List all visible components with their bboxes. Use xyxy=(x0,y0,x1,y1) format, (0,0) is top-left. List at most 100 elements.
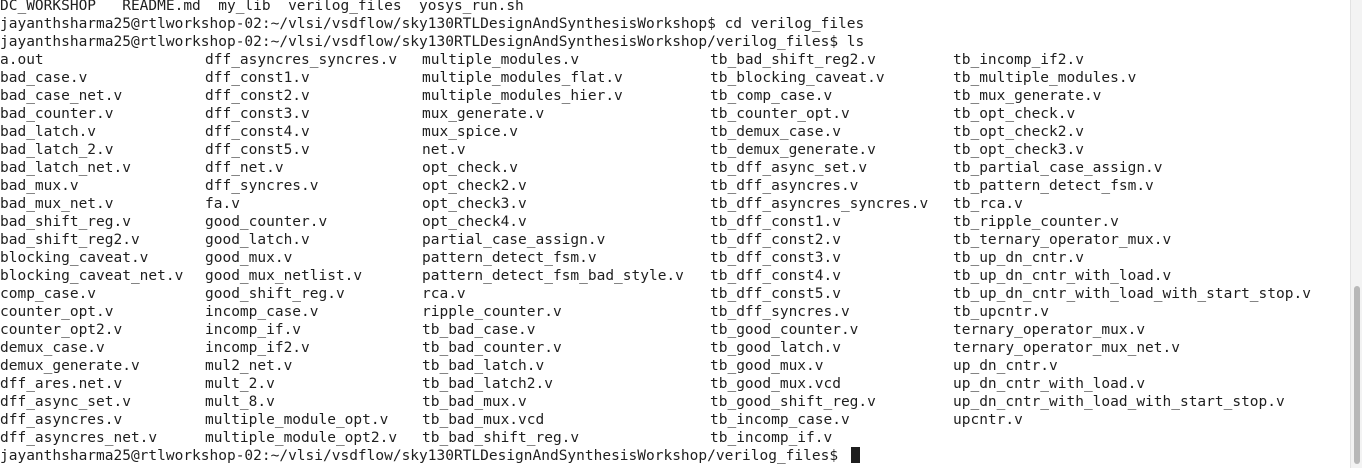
file-entry: multiple_modules.v xyxy=(422,52,580,68)
file-entry: dff_asyncres.v xyxy=(0,412,123,428)
file-entry: pattern_detect_fsm.v xyxy=(422,250,597,266)
file-entry: mux_generate.v xyxy=(422,106,545,122)
file-entry: up_dn_cntr_with_load.v xyxy=(953,376,1146,392)
file-entry: upcntr.v xyxy=(953,412,1023,428)
file-entry: counter_opt.v xyxy=(0,304,114,320)
file-entry: up_dn_cntr.v xyxy=(953,358,1058,374)
prompt-cd-command: jayanthsharma25@rtlworkshop-02:~/vlsi/vs… xyxy=(0,16,865,32)
terminal-output: DC_WORKSHOP README.md my_lib verilog_fil… xyxy=(0,0,1350,465)
prompt-text: jayanthsharma25@rtlworkshop-02:~/vlsi/vs… xyxy=(0,448,847,464)
text-cursor xyxy=(850,447,860,463)
file-entry: tb_bad_counter.v xyxy=(422,340,562,356)
file-entry: multiple_modules_hier.v xyxy=(422,88,623,104)
file-entry: tb_dff_const3.v xyxy=(710,250,841,266)
file-entry: opt_check2.v xyxy=(422,178,527,194)
file-entry: opt_check4.v xyxy=(422,214,527,230)
terminal-window[interactable]: DC_WORKSHOP README.md my_lib verilog_fil… xyxy=(0,0,1362,468)
file-entry: bad_shift_reg2.v xyxy=(0,232,140,248)
file-entry: tb_blocking_caveat.v xyxy=(710,70,885,86)
file-entry: tb_dff_const4.v xyxy=(710,268,841,284)
file-entry: incomp_if2.v xyxy=(205,340,310,356)
file-entry: dff_const3.v xyxy=(205,106,310,122)
file-entry: ternary_operator_mux.v xyxy=(953,322,1146,338)
file-entry: incomp_if.v xyxy=(205,322,302,338)
file-entry: tb_opt_check2.v xyxy=(953,124,1084,140)
file-entry: tb_ternary_operator_mux.v xyxy=(953,232,1172,248)
file-entry: bad_mux_net.v xyxy=(0,196,114,212)
file-entry: mul2_net.v xyxy=(205,358,293,374)
file-entry: bad_latch_2.v xyxy=(0,142,114,158)
file-entry: mult_2.v xyxy=(205,376,275,392)
file-entry: bad_shift_reg.v xyxy=(0,214,131,230)
file-entry: bad_mux.v xyxy=(0,178,79,194)
file-entry: tb_bad_mux.v xyxy=(422,394,527,410)
file-entry: ternary_operator_mux_net.v xyxy=(953,340,1180,356)
file-entry: multiple_module_opt.v xyxy=(205,412,389,428)
previous-ls-output-line: DC_WORKSHOP README.md my_lib verilog_fil… xyxy=(0,0,524,14)
file-entry: tb_incomp_case.v xyxy=(710,412,850,428)
file-entry: opt_check.v xyxy=(422,160,519,176)
file-entry: comp_case.v xyxy=(0,286,97,302)
file-entry: tb_dff_const1.v xyxy=(710,214,841,230)
file-entry: tb_bad_shift_reg.v xyxy=(422,430,580,446)
file-entry: tb_good_counter.v xyxy=(710,322,859,338)
file-entry: tb_ripple_counter.v xyxy=(953,214,1119,230)
file-entry: tb_up_dn_cntr_with_load.v xyxy=(953,268,1172,284)
file-entry: tb_bad_mux.vcd xyxy=(422,412,545,428)
file-entry: tb_multiple_modules.v xyxy=(953,70,1137,86)
file-entry xyxy=(953,429,1353,447)
file-entry: tb_rca.v xyxy=(953,196,1023,212)
file-entry: tb_good_latch.v xyxy=(710,340,841,356)
file-entry: tb_dff_const5.v xyxy=(710,286,841,302)
file-entry: good_mux_netlist.v xyxy=(205,268,363,284)
file-entry: dff_const4.v xyxy=(205,124,310,140)
file-entry: ripple_counter.v xyxy=(422,304,562,320)
file-entry: tb_up_dn_cntr.v xyxy=(953,250,1084,266)
file-entry: bad_latch_net.v xyxy=(0,160,131,176)
file-entry: tb_dff_const2.v xyxy=(710,232,841,248)
file-entry: tb_mux_generate.v xyxy=(953,88,1102,104)
file-entry: tb_pattern_detect_fsm.v xyxy=(953,178,1154,194)
file-entry: dff_const5.v xyxy=(205,142,310,158)
file-entry: tb_counter_opt.v xyxy=(710,106,850,122)
file-entry: bad_latch.v xyxy=(0,124,97,140)
file-entry: tb_comp_case.v xyxy=(710,88,833,104)
file-entry: tb_partial_case_assign.v xyxy=(953,160,1163,176)
file-entry: dff_const1.v xyxy=(205,70,310,86)
file-entry: demux_case.v xyxy=(0,340,105,356)
file-entry: tb_bad_case.v xyxy=(422,322,536,338)
file-entry: dff_syncres.v xyxy=(205,178,319,194)
scrollbar-thumb[interactable] xyxy=(1354,286,1360,464)
file-entry: good_mux.v xyxy=(205,250,293,266)
file-entry: tb_demux_generate.v xyxy=(710,142,876,158)
prompt-current[interactable]: jayanthsharma25@rtlworkshop-02:~/vlsi/vs… xyxy=(0,447,1350,465)
file-entry: rca.v xyxy=(422,286,466,302)
file-entry: incomp_case.v xyxy=(205,304,319,320)
file-entry: tb_upcntr.v xyxy=(953,304,1050,320)
file-entry: multiple_modules_flat.v xyxy=(422,70,623,86)
file-entry: tb_dff_syncres.v xyxy=(710,304,850,320)
file-entry: tb_good_mux.v xyxy=(710,358,824,374)
file-entry: good_counter.v xyxy=(205,214,328,230)
file-entry: tb_dff_asyncres_syncres.v xyxy=(710,196,929,212)
file-entry: dff_async_set.v xyxy=(0,394,131,410)
file-entry: opt_check3.v xyxy=(422,196,527,212)
file-entry: blocking_caveat.v xyxy=(0,250,149,266)
file-entry: fa.v xyxy=(205,196,240,212)
file-entry: pattern_detect_fsm_bad_style.v xyxy=(422,268,684,284)
file-entry: up_dn_cntr_with_load_with_start_stop.v xyxy=(953,394,1285,410)
vertical-scrollbar[interactable] xyxy=(1350,0,1362,468)
file-entry: blocking_caveat_net.v xyxy=(0,268,184,284)
file-entry: dff_net.v xyxy=(205,160,284,176)
file-entry: good_shift_reg.v xyxy=(205,286,345,302)
file-entry: demux_generate.v xyxy=(0,358,140,374)
file-entry: tb_good_mux.vcd xyxy=(710,376,841,392)
file-entry: tb_opt_check3.v xyxy=(953,142,1084,158)
file-entry: tb_opt_check.v xyxy=(953,106,1076,122)
file-entry: mult_8.v xyxy=(205,394,275,410)
file-entry: mux_spice.v xyxy=(422,124,519,140)
file-entry: tb_bad_latch2.v xyxy=(422,376,553,392)
file-entry: bad_case.v xyxy=(0,70,88,86)
file-entry: dff_ares.net.v xyxy=(0,376,123,392)
file-entry: tb_incomp_if2.v xyxy=(953,52,1084,68)
